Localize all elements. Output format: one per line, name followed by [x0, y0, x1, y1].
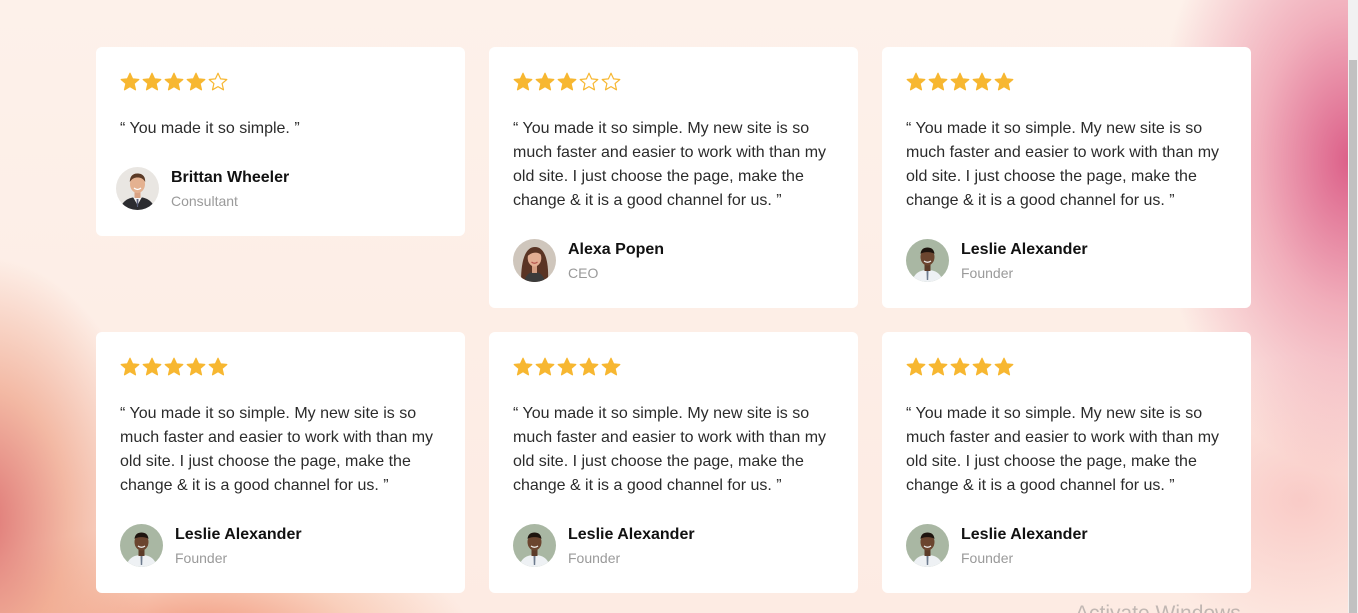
star-filled-icon — [186, 357, 206, 377]
star-filled-icon — [972, 72, 992, 92]
star-filled-icon — [535, 357, 555, 377]
author-role: Founder — [961, 550, 1014, 566]
star-filled-icon — [208, 357, 228, 377]
vertical-scrollbar[interactable] — [1348, 0, 1358, 613]
star-filled-icon — [928, 72, 948, 92]
testimonial-quote: “ You made it so simple. My new site is … — [120, 405, 434, 494]
star-outline-icon — [208, 72, 228, 92]
avatar — [906, 239, 949, 282]
man-avatar-icon — [906, 239, 949, 282]
author-role: Founder — [175, 550, 228, 566]
star-filled-icon — [579, 357, 599, 377]
testimonial-author: Leslie Alexander Founder — [906, 239, 1088, 282]
star-filled-icon — [950, 357, 970, 377]
star-filled-icon — [906, 72, 926, 92]
author-role: Founder — [568, 550, 621, 566]
avatar — [116, 167, 159, 210]
man-suit-avatar-icon — [116, 167, 159, 210]
star-filled-icon — [186, 72, 206, 92]
testimonial-card: “ You made it so simple. My new site is … — [489, 332, 858, 593]
testimonial-card: “ You made it so simple. My new site is … — [489, 47, 858, 308]
author-role: Founder — [961, 265, 1014, 281]
testimonial-author: Leslie Alexander Founder — [120, 524, 302, 567]
author-name: Alexa Popen — [568, 241, 665, 258]
star-filled-icon — [513, 357, 533, 377]
scrollbar-thumb[interactable] — [1349, 60, 1357, 613]
star-filled-icon — [513, 72, 533, 92]
avatar — [513, 524, 556, 567]
star-filled-icon — [142, 357, 162, 377]
woman-avatar-icon — [513, 239, 556, 282]
testimonial-card: “ You made it so simple. My new site is … — [96, 332, 465, 593]
man-avatar-icon — [120, 524, 163, 567]
star-filled-icon — [120, 357, 140, 377]
star-filled-icon — [601, 357, 621, 377]
avatar — [513, 239, 556, 282]
author-role: CEO — [568, 265, 599, 281]
testimonial-card: “ You made it so simple. My new site is … — [882, 47, 1251, 308]
testimonial-quote: “ You made it so simple. My new site is … — [513, 405, 827, 494]
testimonial-author: Brittan Wheeler Consultant — [116, 167, 289, 210]
star-filled-icon — [557, 357, 577, 377]
author-name: Leslie Alexander — [961, 526, 1088, 543]
author-name: Brittan Wheeler — [171, 169, 290, 186]
man-avatar-icon — [513, 524, 556, 567]
star-filled-icon — [120, 72, 140, 92]
avatar — [120, 524, 163, 567]
testimonial-author: Leslie Alexander Founder — [906, 524, 1088, 567]
star-filled-icon — [928, 357, 948, 377]
star-outline-icon — [579, 72, 599, 92]
author-name: Leslie Alexander — [961, 241, 1088, 258]
testimonial-author: Alexa Popen CEO — [513, 239, 664, 282]
star-rating — [513, 356, 834, 378]
testimonial-card: “ You made it so simple. ” Brittan Wheel… — [96, 47, 465, 236]
star-rating — [906, 356, 1227, 378]
author-role: Consultant — [171, 193, 238, 209]
testimonial-quote: “ You made it so simple. My new site is … — [513, 120, 827, 209]
activate-windows-watermark: Activate Windows — [1075, 602, 1241, 613]
star-filled-icon — [164, 357, 184, 377]
star-filled-icon — [142, 72, 162, 92]
testimonial-quote: “ You made it so simple. My new site is … — [906, 120, 1220, 209]
avatar — [906, 524, 949, 567]
testimonial-quote: “ You made it so simple. My new site is … — [906, 405, 1220, 494]
author-name: Leslie Alexander — [568, 526, 695, 543]
star-filled-icon — [994, 357, 1014, 377]
star-filled-icon — [972, 357, 992, 377]
star-filled-icon — [164, 72, 184, 92]
author-name: Leslie Alexander — [175, 526, 302, 543]
testimonial-quote: “ You made it so simple. ” — [120, 120, 300, 137]
man-avatar-icon — [906, 524, 949, 567]
star-rating — [120, 71, 441, 93]
star-rating — [906, 71, 1227, 93]
testimonial-author: Leslie Alexander Founder — [513, 524, 695, 567]
star-filled-icon — [994, 72, 1014, 92]
testimonial-card: “ You made it so simple. My new site is … — [882, 332, 1251, 593]
star-filled-icon — [535, 72, 555, 92]
star-filled-icon — [906, 357, 926, 377]
star-rating — [120, 356, 441, 378]
star-filled-icon — [950, 72, 970, 92]
star-filled-icon — [557, 72, 577, 92]
star-outline-icon — [601, 72, 621, 92]
star-rating — [513, 71, 834, 93]
